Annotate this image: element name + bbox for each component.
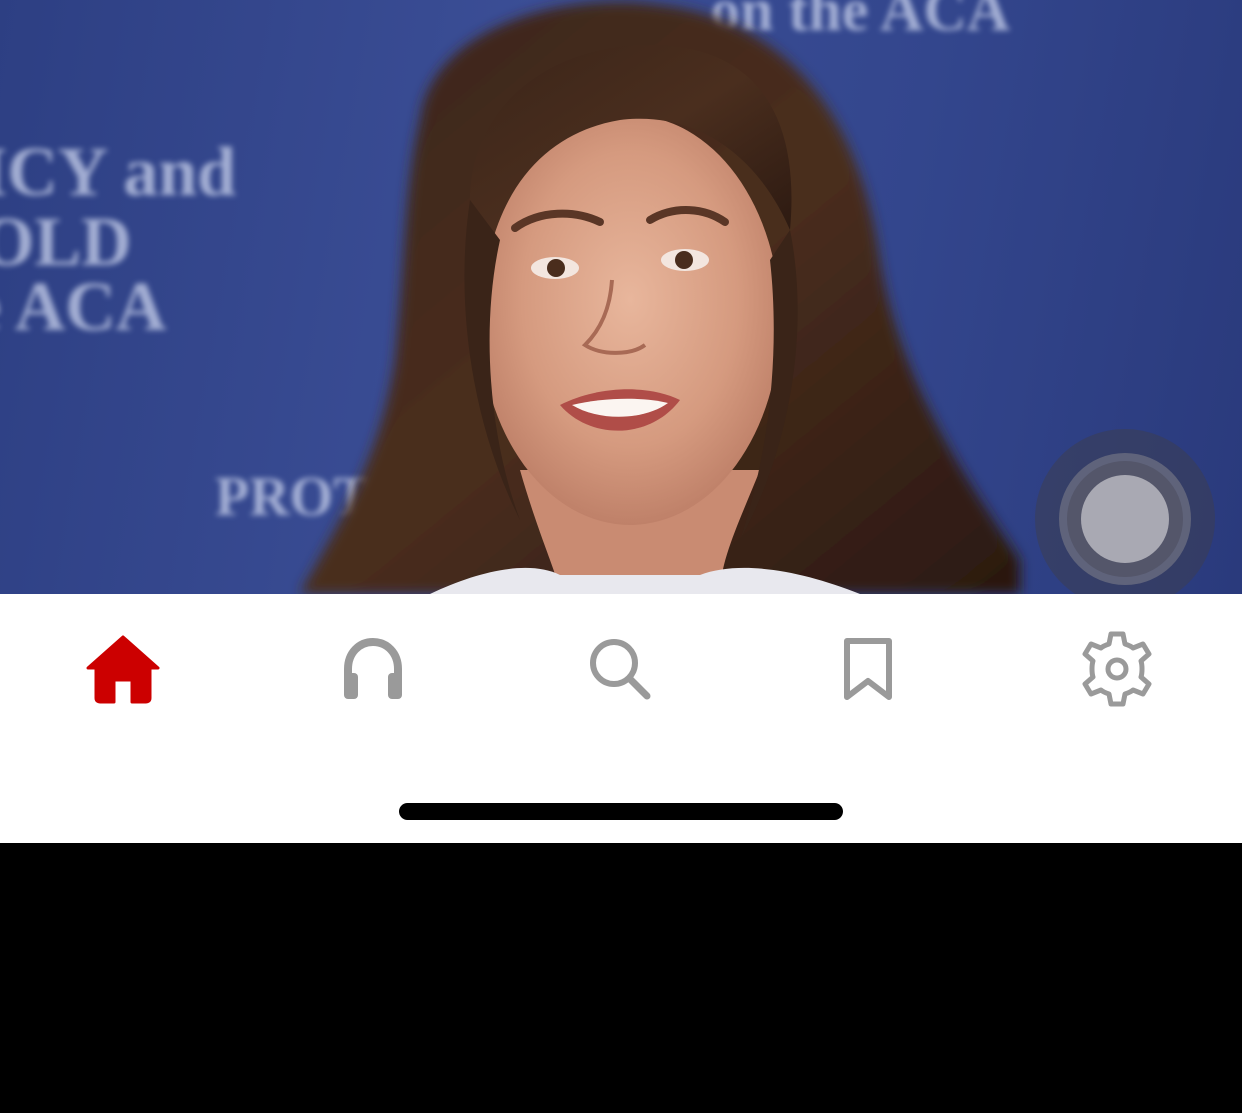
bookmark-icon <box>844 638 892 700</box>
backdrop-text-left-3: e ACA <box>0 269 167 346</box>
assistive-touch-core <box>1081 475 1169 563</box>
home-indicator[interactable] <box>399 803 843 820</box>
assistive-touch-button[interactable] <box>1035 429 1215 609</box>
tab-listen[interactable] <box>323 624 423 714</box>
assistive-touch-inner-ring <box>1067 461 1183 577</box>
tab-home[interactable] <box>73 624 173 714</box>
tab-settings[interactable] <box>1067 624 1167 714</box>
search-icon <box>590 639 651 700</box>
bottom-tab-bar <box>0 594 1242 843</box>
gear-icon <box>1082 631 1152 707</box>
home-icon <box>86 635 160 704</box>
app-screen: on the ACA ICY and OLD e ACA PROT <box>0 0 1242 1113</box>
tab-saved[interactable] <box>818 624 918 714</box>
tab-search[interactable] <box>570 624 670 714</box>
assistive-touch-outer-ring <box>1059 453 1191 585</box>
bottom-blank-area <box>0 843 1242 1113</box>
headphones-icon <box>344 637 402 699</box>
backdrop-text-left-1: ICY and <box>0 134 236 211</box>
